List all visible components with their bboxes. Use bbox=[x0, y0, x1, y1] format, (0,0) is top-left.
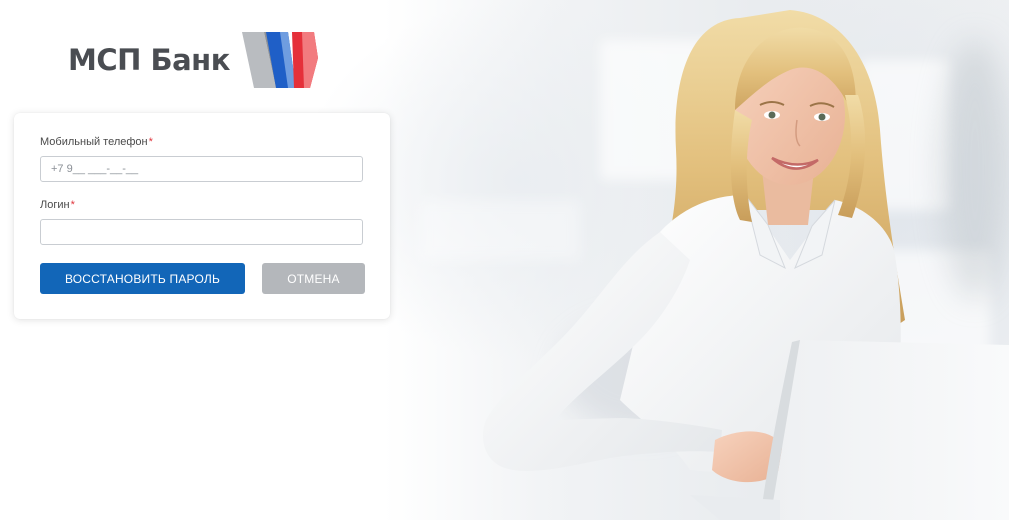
restore-password-button[interactable]: ВОССТАНОВИТЬ ПАРОЛЬ bbox=[40, 263, 245, 294]
login-input[interactable] bbox=[40, 219, 363, 245]
bank-name: МСП Банк bbox=[68, 43, 230, 77]
phone-required-mark: * bbox=[148, 136, 153, 148]
cancel-button[interactable]: ОТМЕНА bbox=[262, 263, 365, 294]
login-label: Логин* bbox=[40, 199, 75, 211]
bank-logo: МСП Банк bbox=[68, 28, 326, 92]
phone-label: Мобильный телефон* bbox=[40, 136, 153, 148]
password-recovery-card: Мобильный телефон* Логин* ВОССТАНОВИТЬ П… bbox=[14, 113, 390, 319]
bank-logo-mark-icon bbox=[241, 32, 318, 88]
phone-input[interactable] bbox=[40, 156, 363, 182]
login-label-text: Логин bbox=[40, 199, 70, 211]
login-required-mark: * bbox=[70, 199, 75, 211]
phone-label-text: Мобильный телефон bbox=[40, 136, 148, 148]
